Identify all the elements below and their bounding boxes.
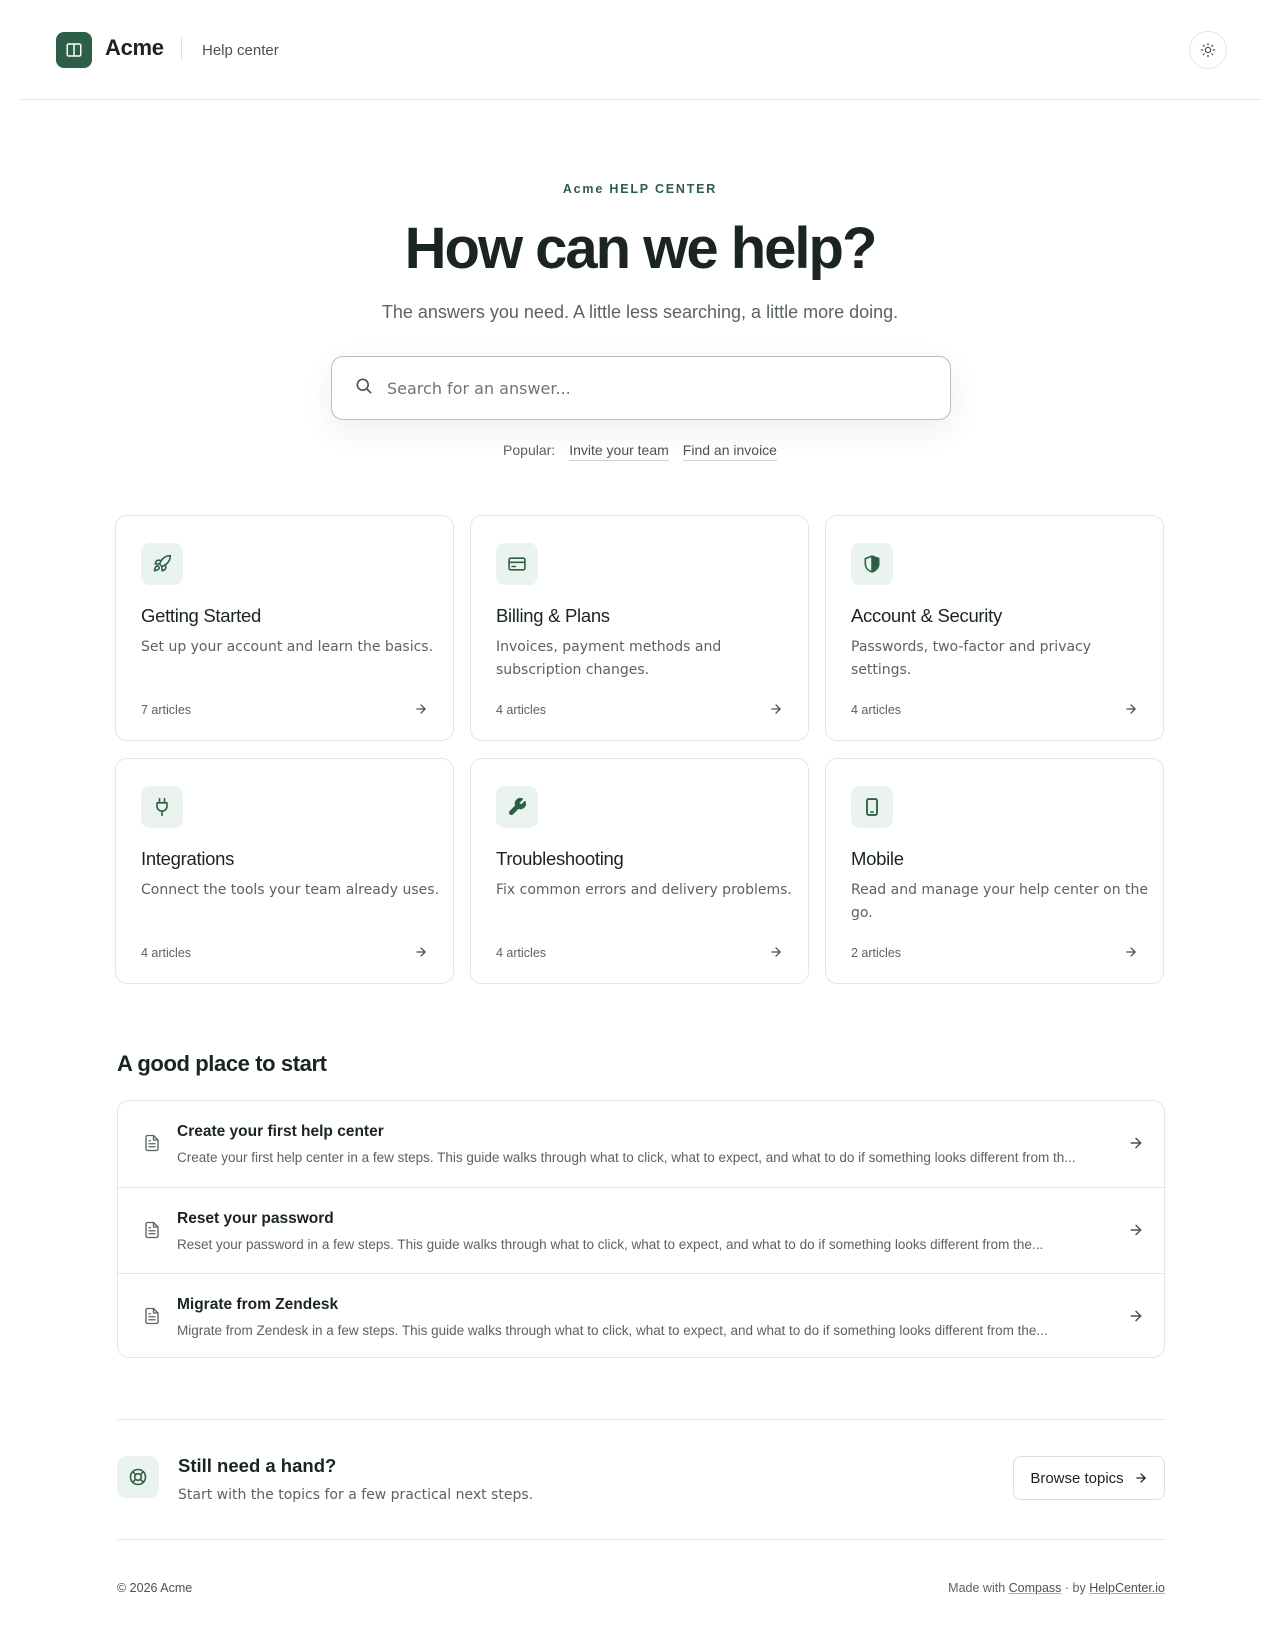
category-title: Mobile xyxy=(851,848,904,869)
by-text: · by xyxy=(1064,1581,1086,1595)
divider xyxy=(117,1539,1165,1540)
article-excerpt: Reset your password in a few steps. This… xyxy=(177,1237,1044,1252)
header-divider xyxy=(181,38,182,60)
category-description: Read and manage your help center on the … xyxy=(851,882,1149,921)
compass-link[interactable]: Compass xyxy=(1009,1581,1062,1595)
article-count: 4 articles xyxy=(851,703,902,717)
popular-label: Popular: xyxy=(503,442,556,458)
browse-topics-label: Browse topics xyxy=(1030,1469,1124,1487)
site-header: Acme Help center xyxy=(20,0,1262,100)
copyright: © 2026 Acme xyxy=(117,1581,193,1595)
category-description: Fix common errors and delivery problems. xyxy=(496,882,792,898)
theme-toggle-button[interactable] xyxy=(1189,31,1227,69)
article-count: 4 articles xyxy=(496,946,547,960)
smartphone-icon xyxy=(866,798,878,816)
helpcenter-link[interactable]: HelpCenter.io xyxy=(1089,1581,1165,1595)
category-card-mobile[interactable]: Mobile Read and manage your help center … xyxy=(825,758,1164,984)
arrow-right-icon xyxy=(1126,704,1136,714)
shield-icon xyxy=(864,555,880,573)
category-description: Set up your account and learn the basics… xyxy=(141,639,434,655)
category-title: Billing & Plans xyxy=(496,605,610,626)
article-excerpt: Create your first help center in a few s… xyxy=(177,1150,1076,1165)
help-center-link[interactable]: Help center xyxy=(202,42,279,59)
arrow-right-icon xyxy=(1130,1224,1142,1236)
article-title: Reset your password xyxy=(177,1210,334,1227)
popular-link-invite-team[interactable]: Invite your team xyxy=(569,442,669,461)
category-card-account-security[interactable]: Account & Security Passwords, two-factor… xyxy=(825,515,1164,741)
book-open-icon xyxy=(66,43,82,57)
arrow-right-icon xyxy=(1130,1310,1142,1322)
category-card-integrations[interactable]: Integrations Connect the tools your team… xyxy=(115,758,454,984)
plug-icon xyxy=(156,797,168,817)
sun-icon xyxy=(1200,42,1216,58)
arrow-right-icon xyxy=(416,704,426,714)
logo[interactable] xyxy=(56,32,92,68)
article-count: 4 articles xyxy=(496,703,547,717)
popular-link-find-invoice[interactable]: Find an invoice xyxy=(682,442,777,461)
file-text-icon xyxy=(145,1221,159,1239)
arrow-right-icon xyxy=(1130,1137,1142,1149)
category-card-getting-started[interactable]: Getting Started Set up your account and … xyxy=(115,515,454,741)
divider xyxy=(117,1419,1165,1420)
made-with-text: Made with xyxy=(948,1581,1006,1595)
article-title: Create your first help center xyxy=(177,1123,384,1140)
hero-subtitle: The answers you need. A little less sear… xyxy=(381,302,899,322)
arrow-right-icon xyxy=(771,704,781,714)
article-row-create-help-center[interactable]: Create your first help center Create you… xyxy=(118,1101,1164,1187)
popular-searches: Popular: Invite your team Find an invoic… xyxy=(0,442,1280,461)
article-list: Create your first help center Create you… xyxy=(117,1100,1165,1358)
arrow-right-icon xyxy=(1135,1473,1146,1483)
search-box xyxy=(331,356,951,420)
hero-eyebrow: Acme HELP CENTER xyxy=(562,182,718,196)
article-excerpt: Migrate from Zendesk in a few steps. Thi… xyxy=(177,1323,1048,1338)
category-title: Troubleshooting xyxy=(496,848,624,869)
category-description: Invoices, payment methods and subscripti… xyxy=(496,639,722,678)
category-description: Connect the tools your team already uses… xyxy=(141,882,439,898)
arrow-right-icon xyxy=(1126,947,1136,957)
article-row-reset-password[interactable]: Reset your password Reset your password … xyxy=(118,1187,1164,1273)
category-description: Passwords, two-factor and privacy settin… xyxy=(851,639,1092,678)
file-text-icon xyxy=(145,1134,159,1152)
article-count: 2 articles xyxy=(851,946,902,960)
category-title: Account & Security xyxy=(851,605,1002,626)
search-input[interactable] xyxy=(387,357,927,419)
article-title: Migrate from Zendesk xyxy=(177,1296,339,1313)
category-title: Getting Started xyxy=(141,605,261,626)
wrench-icon xyxy=(508,798,526,816)
search-icon xyxy=(356,378,372,394)
category-card-billing-plans[interactable]: Billing & Plans Invoices, payment method… xyxy=(470,515,809,741)
brand-name[interactable]: Acme xyxy=(105,35,164,61)
article-count: 4 articles xyxy=(141,946,192,960)
article-count: 7 articles xyxy=(141,703,192,717)
browse-topics-button[interactable]: Browse topics xyxy=(1013,1456,1165,1500)
category-title: Integrations xyxy=(141,848,235,869)
category-card-troubleshooting[interactable]: Troubleshooting Fix common errors and de… xyxy=(470,758,809,984)
section-title: A good place to start xyxy=(117,1051,327,1076)
rocket-icon xyxy=(153,554,172,572)
life-buoy-icon xyxy=(129,1468,147,1486)
arrow-right-icon xyxy=(771,947,781,957)
help-band-title: Still need a hand? xyxy=(178,1455,337,1476)
arrow-right-icon xyxy=(416,947,426,957)
help-band-subtitle: Start with the topics for a few practica… xyxy=(178,1487,534,1503)
article-row-migrate-zendesk[interactable]: Migrate from Zendesk Migrate from Zendes… xyxy=(118,1273,1164,1357)
hero-title: How can we help? xyxy=(404,216,878,281)
footer-credits: Made with Compass · by HelpCenter.io xyxy=(948,1581,1165,1595)
credit-card-icon xyxy=(508,557,526,571)
file-text-icon xyxy=(145,1307,159,1325)
